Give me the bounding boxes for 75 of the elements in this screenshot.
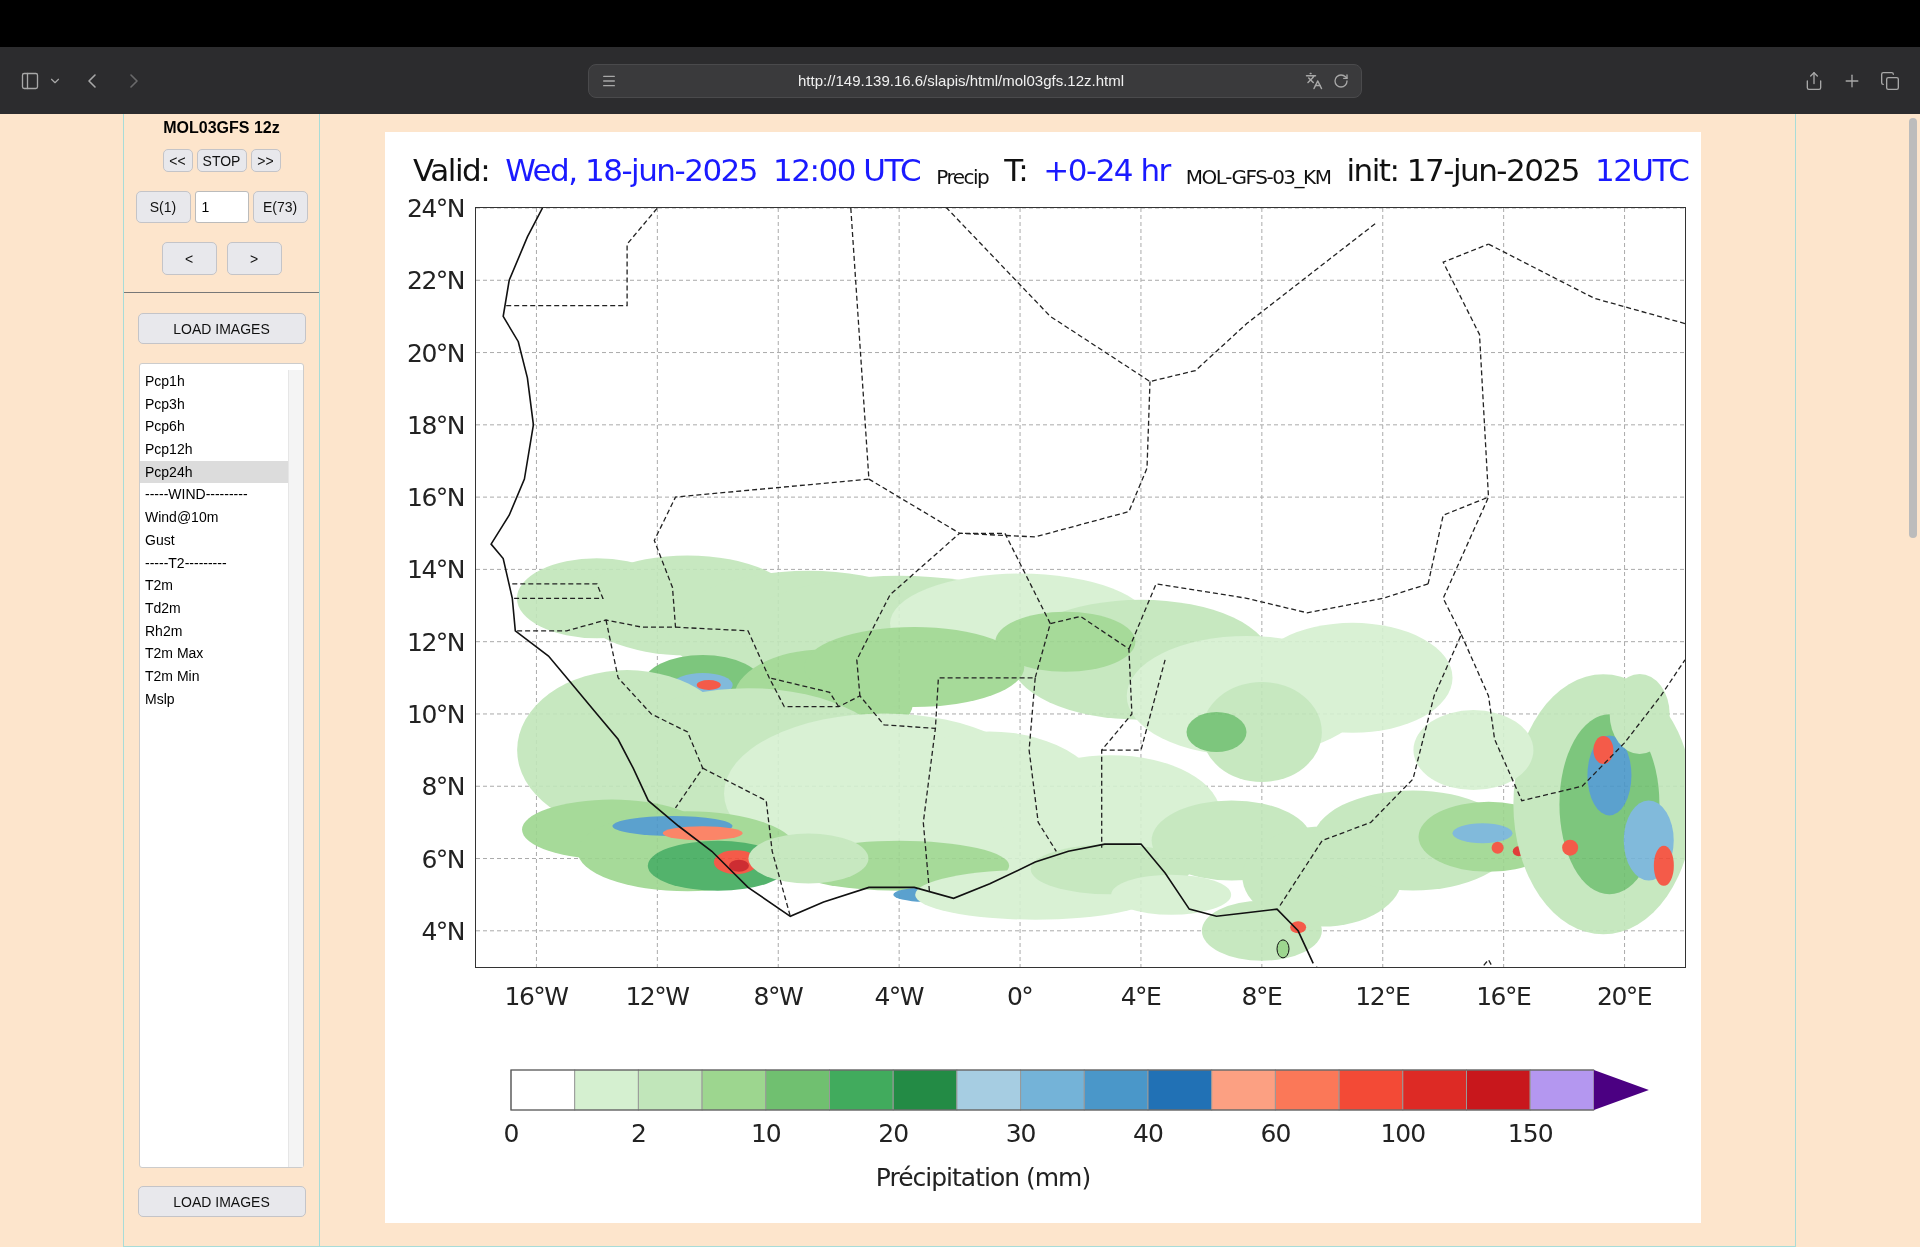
variable-option[interactable]: Pcp12h [140, 438, 288, 461]
variable-option[interactable]: Mslp [140, 687, 288, 711]
end-frame-button[interactable]: E(73) [252, 191, 308, 223]
translate-icon[interactable] [1305, 71, 1323, 90]
model-title: MOL03GFS 12z [163, 118, 280, 138]
latitude-label: 8°N [421, 771, 464, 801]
reload-icon[interactable] [1333, 72, 1349, 89]
longitude-label: 4°E [1120, 982, 1161, 1011]
title-label: Precip [936, 165, 989, 191]
variable-option[interactable]: Wind@10m [140, 506, 288, 529]
latitude-label: 12°N [407, 627, 464, 657]
colorbar-tick-label: 30 [1005, 1119, 1036, 1148]
list-scrollbar[interactable] [288, 370, 303, 1167]
latitude-label: 22°N [407, 265, 464, 295]
island [1276, 939, 1290, 959]
variable-option[interactable]: T2m Max [140, 642, 288, 665]
title-label: init: 17-jun-2025 [1346, 151, 1579, 188]
title-label: MOL-GFS-03_KM [1185, 165, 1331, 191]
share-icon[interactable] [1804, 70, 1824, 91]
load-images-button[interactable]: LOAD IMAGES [137, 313, 306, 344]
variable-option[interactable]: Td2m [140, 596, 288, 620]
colorbar-tick-label: 10 [750, 1119, 781, 1148]
address-bar[interactable]: http://149.139.16.6/slapis/html/mol03gfs.12z.html [588, 63, 1362, 98]
latitude-label: 6°N [421, 844, 464, 873]
colorbar-tick-label: 100 [1380, 1119, 1426, 1148]
variable-option[interactable]: Gust [140, 528, 288, 552]
scrollbar-thumb[interactable] [1909, 118, 1917, 538]
latitude-label: 16°N [407, 482, 464, 512]
tabs-overview-icon[interactable] [1880, 70, 1900, 91]
sidebar-icon[interactable] [20, 70, 40, 91]
variable-option[interactable]: Rh2m [140, 619, 288, 643]
colorbar-tick-label: 20 [878, 1119, 909, 1148]
variable-option[interactable]: -----WIND--------- [140, 483, 288, 507]
playback-button[interactable]: << [162, 149, 193, 172]
title-value: 12:00 UTC [773, 151, 921, 188]
latitude-label: 20°N [407, 338, 464, 368]
colorbar-tick-label: 40 [1133, 1119, 1163, 1148]
title-value: +0-24 hr [1043, 151, 1170, 188]
title-label: T: [1004, 151, 1028, 188]
title-value: Wed, 18-jun-2025 [505, 151, 758, 188]
variable-option[interactable]: -----T2--------- [140, 551, 288, 575]
longitude-label: 16°E [1476, 982, 1531, 1011]
longitude-label: 12°W [625, 982, 689, 1011]
colorbar-tick-label: 2 [630, 1119, 646, 1148]
variable-option[interactable]: Pcp24h [140, 460, 288, 484]
playback-button[interactable]: >> [250, 149, 281, 172]
load-images-button[interactable]: LOAD IMAGES [137, 1186, 306, 1217]
latitude-label: 18°N [407, 410, 464, 440]
longitude-label: 8°W [753, 982, 803, 1011]
frame-input[interactable]: 1 [194, 191, 249, 223]
colorbar-tick-label: 60 [1260, 1119, 1291, 1148]
latitude-label: 14°N [407, 554, 464, 584]
longitude-label: 12°E [1355, 982, 1410, 1011]
title-value: 12UTC [1594, 151, 1689, 188]
playback-button[interactable]: STOP [196, 149, 247, 172]
longitude-label: 16°W [504, 982, 568, 1011]
longitude-label: 8°E [1241, 982, 1282, 1011]
longitude-label: 4°W [874, 982, 923, 1011]
variable-option[interactable]: T2m [140, 574, 288, 597]
start-frame-button[interactable]: S(1) [135, 191, 191, 223]
longitude-label: 0° [1006, 982, 1033, 1011]
latitude-label: 24°N [407, 193, 464, 223]
latitude-label: 4°N [421, 916, 464, 946]
variable-option[interactable]: Pcp1h [140, 370, 288, 393]
variable-option[interactable]: T2m Min [140, 664, 288, 688]
colorbar-tick-label: 150 [1507, 1119, 1553, 1148]
variable-option[interactable]: Pcp6h [140, 415, 288, 439]
longitude-label: 20°E [1597, 982, 1652, 1011]
title-label: Valid: [413, 151, 490, 188]
variable-option[interactable]: Pcp3h [140, 392, 288, 416]
colorbar-label: Précipitation (mm) [875, 1163, 1091, 1192]
step-button[interactable]: > [226, 242, 282, 275]
step-button[interactable]: < [161, 242, 217, 275]
latitude-label: 10°N [407, 699, 464, 729]
colorbar-tick-label: 0 [503, 1119, 519, 1148]
